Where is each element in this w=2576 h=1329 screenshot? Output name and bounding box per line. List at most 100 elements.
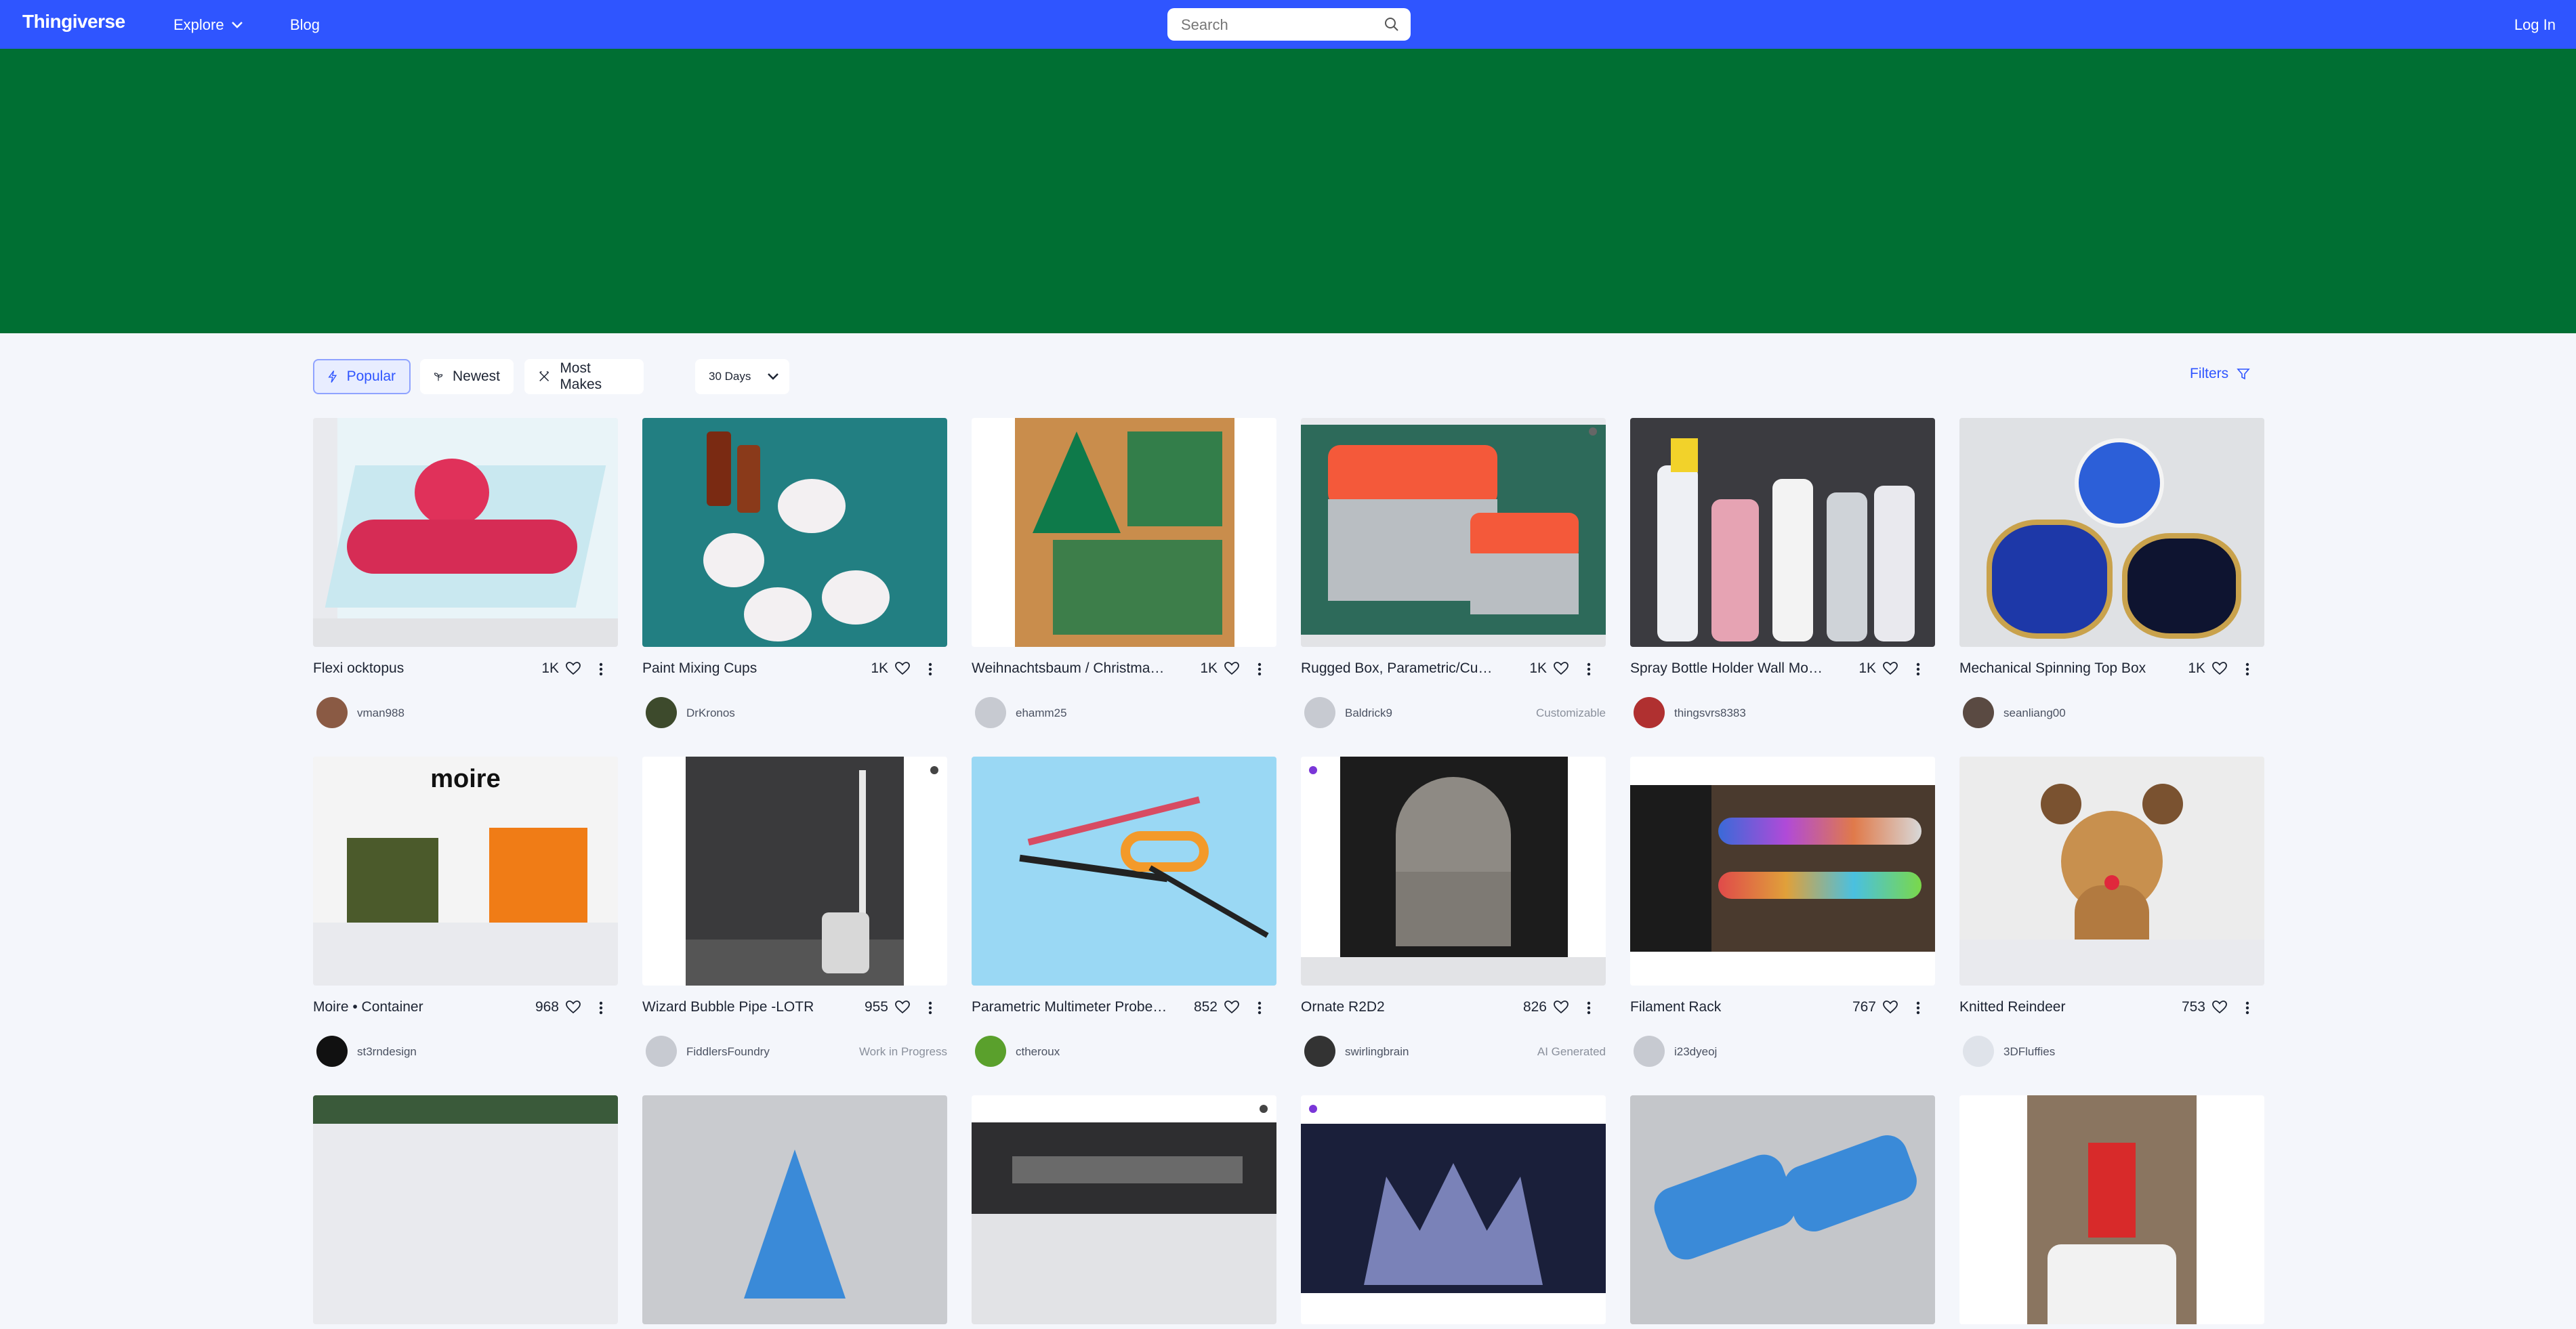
thing-author[interactable]: 3DFluffies [1959,1036,2264,1070]
avatar[interactable] [1634,1036,1665,1067]
thing-thumbnail[interactable] [313,1095,618,1324]
thing-author[interactable]: DrKronos [642,697,947,731]
thing-thumbnail[interactable] [972,418,1276,647]
thing-thumbnail[interactable] [1301,418,1606,647]
tab-most-makes[interactable]: Most Makes [524,359,644,394]
blog-link[interactable]: Blog [290,16,320,34]
thing-author[interactable]: vman988 [313,697,618,731]
more-options-icon[interactable] [1582,999,1596,1017]
thing-author[interactable]: Baldrick9 Customizable [1301,697,1606,731]
author-name[interactable]: seanliang00 [2003,706,2066,720]
thing-thumbnail[interactable] [313,418,618,647]
search-input[interactable] [1180,15,1379,35]
author-name[interactable]: 3DFluffies [2003,1045,2055,1059]
avatar[interactable] [1634,697,1665,728]
thing-title[interactable]: Knitted Reindeer [1959,999,2156,1015]
thing-author[interactable]: ctheroux [972,1036,1276,1070]
like-button[interactable]: 968 [526,999,581,1015]
thing-author[interactable]: seanliang00 [1959,697,2264,731]
author-name[interactable]: FiddlersFoundry [686,1045,770,1059]
avatar[interactable] [975,1036,1006,1067]
logo[interactable]: Thingiverse [22,11,125,33]
more-options-icon[interactable] [594,660,608,678]
like-button[interactable]: 753 [2173,999,2227,1015]
thing-title[interactable]: Spray Bottle Holder Wall Mount [1630,660,1827,677]
thing-thumbnail[interactable] [1301,1095,1606,1324]
like-button[interactable]: 955 [856,999,910,1015]
thing-title[interactable]: Filament Rack [1630,999,1827,1015]
thing-thumbnail[interactable] [1630,418,1935,647]
author-name[interactable]: DrKronos [686,706,735,720]
thing-title[interactable]: Parametric Multimeter Probe Holder [972,999,1168,1015]
like-button[interactable]: 852 [1185,999,1239,1015]
avatar[interactable] [1963,1036,1994,1067]
like-button[interactable]: 826 [1514,999,1569,1015]
thing-thumbnail[interactable] [1630,757,1935,986]
thing-thumbnail[interactable]: moire [313,757,618,986]
thing-title[interactable]: Ornate R2D2 [1301,999,1497,1015]
thing-author[interactable]: thingsvrs8383 [1630,697,1935,731]
thing-author[interactable]: swirlingbrain AI Generated [1301,1036,1606,1070]
thing-author[interactable]: FiddlersFoundry Work in Progress [642,1036,947,1070]
more-options-icon[interactable] [1911,999,1925,1017]
more-options-icon[interactable] [923,660,937,678]
thing-author[interactable]: ehamm25 [972,697,1276,731]
thing-title[interactable]: Mechanical Spinning Top Box [1959,660,2156,677]
like-button[interactable]: 1K [1844,660,1898,677]
more-options-icon[interactable] [1911,660,1925,678]
avatar[interactable] [1304,697,1335,728]
thing-title[interactable]: Weihnachtsbaum / Christmas Tree [972,660,1168,677]
author-name[interactable]: vman988 [357,706,404,720]
author-name[interactable]: ctheroux [1016,1045,1060,1059]
author-name[interactable]: st3rndesign [357,1045,417,1059]
thing-author[interactable]: st3rndesign [313,1036,618,1070]
thing-title[interactable]: Moire • Container [313,999,510,1015]
search-box[interactable] [1167,8,1411,41]
more-options-icon[interactable] [2241,660,2254,678]
avatar[interactable] [1963,697,1994,728]
avatar[interactable] [316,697,348,728]
thing-thumbnail[interactable] [642,418,947,647]
author-name[interactable]: thingsvrs8383 [1674,706,1746,720]
thing-thumbnail[interactable] [1630,1095,1935,1324]
like-button[interactable]: 767 [1844,999,1898,1015]
thing-thumbnail[interactable] [642,1095,947,1324]
author-name[interactable]: ehamm25 [1016,706,1067,720]
thing-thumbnail[interactable] [1959,418,2264,647]
thing-thumbnail[interactable] [1959,1095,2264,1324]
more-options-icon[interactable] [1253,999,1266,1017]
login-button[interactable]: Log In [2514,16,2556,34]
more-options-icon[interactable] [923,999,937,1017]
more-options-icon[interactable] [2241,999,2254,1017]
filters-button[interactable]: Filters [2190,366,2250,382]
thing-title[interactable]: Paint Mixing Cups [642,660,839,677]
like-button[interactable]: 1K [856,660,910,677]
author-name[interactable]: i23dyeoj [1674,1045,1717,1059]
thing-title[interactable]: Wizard Bubble Pipe -LOTR [642,999,839,1015]
tab-newest[interactable]: Newest [420,359,514,394]
thing-title[interactable]: Rugged Box, Parametric/Customizable [1301,660,1497,677]
explore-menu[interactable]: Explore [173,16,243,34]
more-options-icon[interactable] [594,999,608,1017]
thing-thumbnail[interactable] [642,757,947,986]
more-options-icon[interactable] [1582,660,1596,678]
search-icon[interactable] [1384,16,1400,33]
thing-author[interactable]: i23dyeoj [1630,1036,1935,1070]
avatar[interactable] [646,1036,677,1067]
avatar[interactable] [316,1036,348,1067]
thing-thumbnail[interactable] [972,1095,1276,1324]
more-options-icon[interactable] [1253,660,1266,678]
thing-thumbnail[interactable] [1959,757,2264,986]
tab-popular[interactable]: Popular [313,359,411,394]
like-button[interactable]: 1K [1514,660,1569,677]
like-button[interactable]: 1K [1185,660,1239,677]
like-button[interactable]: 1K [2173,660,2227,677]
thing-title[interactable]: Flexi ocktopus [313,660,510,677]
thing-thumbnail[interactable] [1301,757,1606,986]
period-select[interactable]: 30 Days [695,359,789,394]
author-name[interactable]: swirlingbrain [1345,1045,1409,1059]
author-name[interactable]: Baldrick9 [1345,706,1392,720]
avatar[interactable] [1304,1036,1335,1067]
avatar[interactable] [975,697,1006,728]
avatar[interactable] [646,697,677,728]
